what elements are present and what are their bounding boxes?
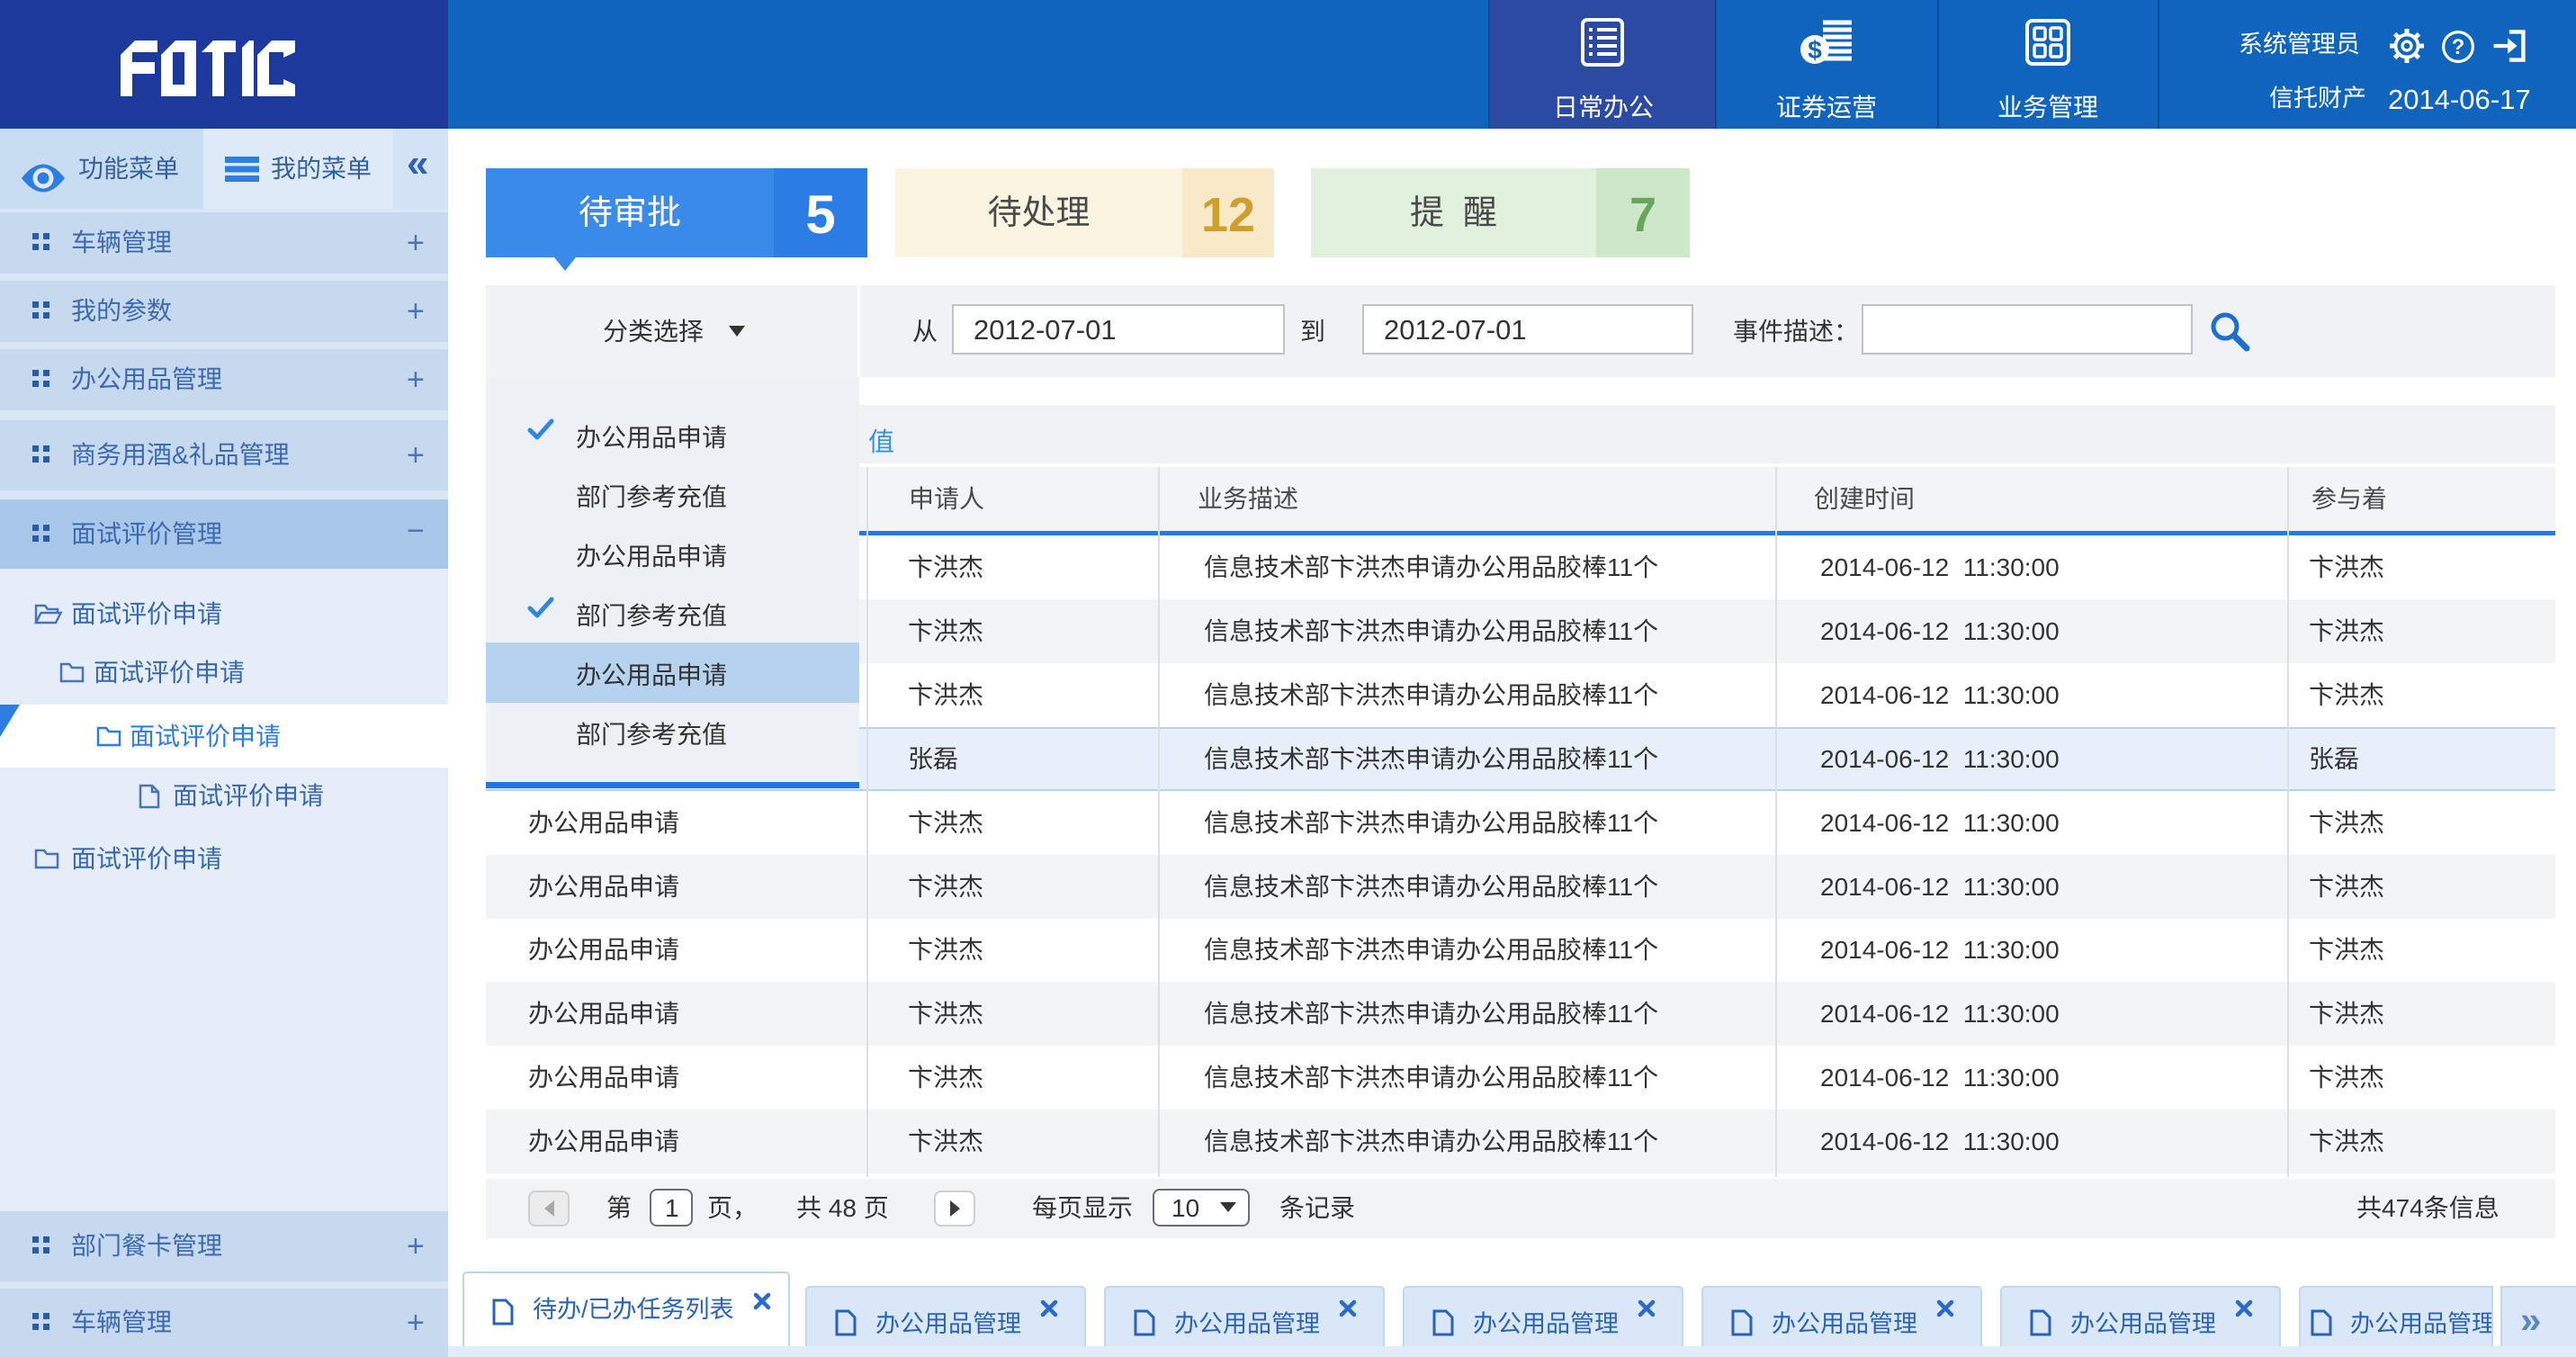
svg-text:$: $	[1808, 36, 1822, 64]
svg-text:?: ?	[2452, 36, 2464, 59]
